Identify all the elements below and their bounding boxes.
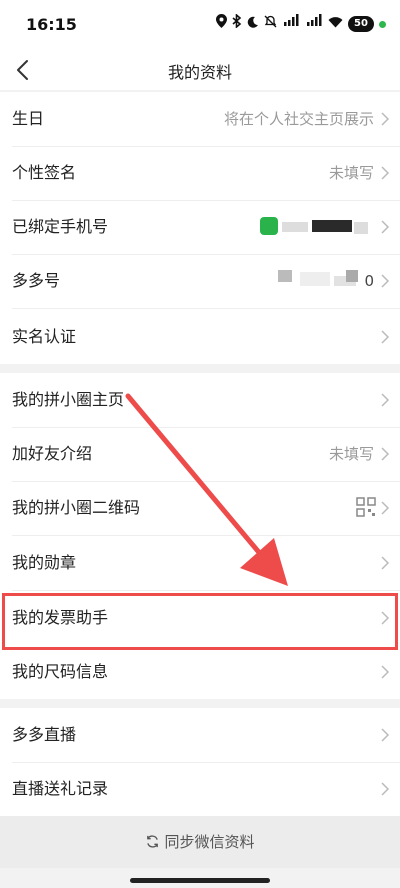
chevron-right-icon bbox=[381, 665, 390, 679]
row-circle-qrcode[interactable]: 我的拼小圈二维码 bbox=[0, 481, 400, 535]
row-label: 直播送礼记录 bbox=[12, 779, 109, 798]
row-label: 我的勋章 bbox=[12, 553, 77, 572]
row-label: 多多号 bbox=[12, 271, 61, 290]
row-value: 0 bbox=[364, 272, 374, 290]
redacted-block bbox=[346, 270, 358, 282]
redacted-block bbox=[312, 220, 352, 232]
chevron-right-icon bbox=[381, 728, 390, 742]
signal-5g-icon bbox=[282, 14, 300, 34]
row-bound-phone[interactable]: 已绑定手机号 bbox=[0, 200, 400, 254]
row-label: 生日 bbox=[12, 109, 45, 128]
row-label: 我的拼小圈主页 bbox=[12, 390, 125, 409]
chevron-right-icon bbox=[381, 112, 390, 126]
row-live[interactable]: 多多直播 bbox=[0, 708, 400, 762]
wifi-icon bbox=[328, 14, 343, 34]
chevron-right-icon bbox=[381, 166, 390, 180]
sync-wechat-button[interactable]: 同步微信资料 bbox=[0, 831, 400, 852]
profile-section-social: 我的拼小圈主页 加好友介绍 未填写 我的拼小圈二维码 我的勋章 我的发票助手 我… bbox=[0, 373, 400, 699]
row-medals[interactable]: 我的勋章 bbox=[0, 536, 400, 590]
chevron-right-icon bbox=[381, 220, 390, 234]
location-icon bbox=[216, 14, 227, 34]
mute-icon bbox=[264, 14, 277, 34]
chevron-right-icon bbox=[381, 447, 390, 461]
redacted-block bbox=[278, 270, 292, 282]
row-value: 未填写 bbox=[328, 445, 374, 463]
qr-code-icon bbox=[356, 497, 376, 517]
row-label: 已绑定手机号 bbox=[12, 217, 109, 236]
signal-5g-icon-2 bbox=[305, 14, 323, 34]
row-label: 我的拼小圈二维码 bbox=[12, 498, 141, 517]
moon-icon bbox=[247, 14, 259, 34]
row-friend-intro[interactable]: 加好友介绍 未填写 bbox=[0, 427, 400, 481]
row-birthday[interactable]: 生日 将在个人社交主页展示 bbox=[0, 92, 400, 146]
chevron-right-icon bbox=[381, 393, 390, 407]
row-real-name[interactable]: 实名认证 bbox=[0, 310, 400, 364]
nav-bar: 我的资料 bbox=[0, 50, 400, 90]
page-title: 我的资料 bbox=[167, 63, 232, 82]
redacted-block bbox=[300, 272, 330, 286]
profile-section-basic: 生日 将在个人社交主页展示 个性签名 未填写 已绑定手机号 多多号 0 实名认证 bbox=[0, 92, 400, 364]
sync-wechat-bar[interactable]: 同步微信资料 bbox=[0, 816, 400, 868]
status-bar: 16:15 50 bbox=[0, 0, 400, 50]
status-time: 16:15 bbox=[26, 15, 77, 34]
sync-icon bbox=[147, 835, 159, 848]
chevron-right-icon bbox=[381, 501, 390, 515]
redacted-block bbox=[282, 222, 308, 232]
highlight-box bbox=[2, 593, 398, 650]
row-label: 个性签名 bbox=[12, 163, 77, 182]
redacted-block bbox=[354, 222, 368, 234]
row-circle-home[interactable]: 我的拼小圈主页 bbox=[0, 373, 400, 427]
phone-carrier-icon bbox=[260, 217, 278, 235]
profile-section-live: 多多直播 直播送礼记录 bbox=[0, 708, 400, 816]
row-signature[interactable]: 个性签名 未填写 bbox=[0, 146, 400, 200]
home-indicator[interactable] bbox=[130, 878, 270, 883]
status-icons: 50 bbox=[216, 13, 386, 34]
row-duoduo-id[interactable]: 多多号 0 bbox=[0, 254, 400, 308]
chevron-right-icon bbox=[381, 330, 390, 344]
divider bbox=[12, 308, 400, 309]
chevron-right-icon bbox=[381, 556, 390, 570]
sync-label: 同步微信资料 bbox=[164, 833, 255, 851]
row-label: 实名认证 bbox=[12, 327, 77, 346]
battery-indicator: 50 bbox=[348, 16, 374, 32]
row-label: 我的尺码信息 bbox=[12, 662, 109, 681]
row-value: 将在个人社交主页展示 bbox=[223, 110, 374, 128]
bluetooth-icon bbox=[232, 13, 242, 34]
row-size-info[interactable]: 我的尺码信息 bbox=[0, 645, 400, 699]
row-label: 加好友介绍 bbox=[12, 444, 93, 463]
chevron-right-icon bbox=[381, 782, 390, 796]
chevron-right-icon bbox=[381, 274, 390, 288]
privacy-dot bbox=[379, 20, 386, 28]
row-label: 多多直播 bbox=[12, 725, 77, 744]
row-live-gift-record[interactable]: 直播送礼记录 bbox=[0, 762, 400, 816]
row-value: 未填写 bbox=[328, 164, 374, 182]
